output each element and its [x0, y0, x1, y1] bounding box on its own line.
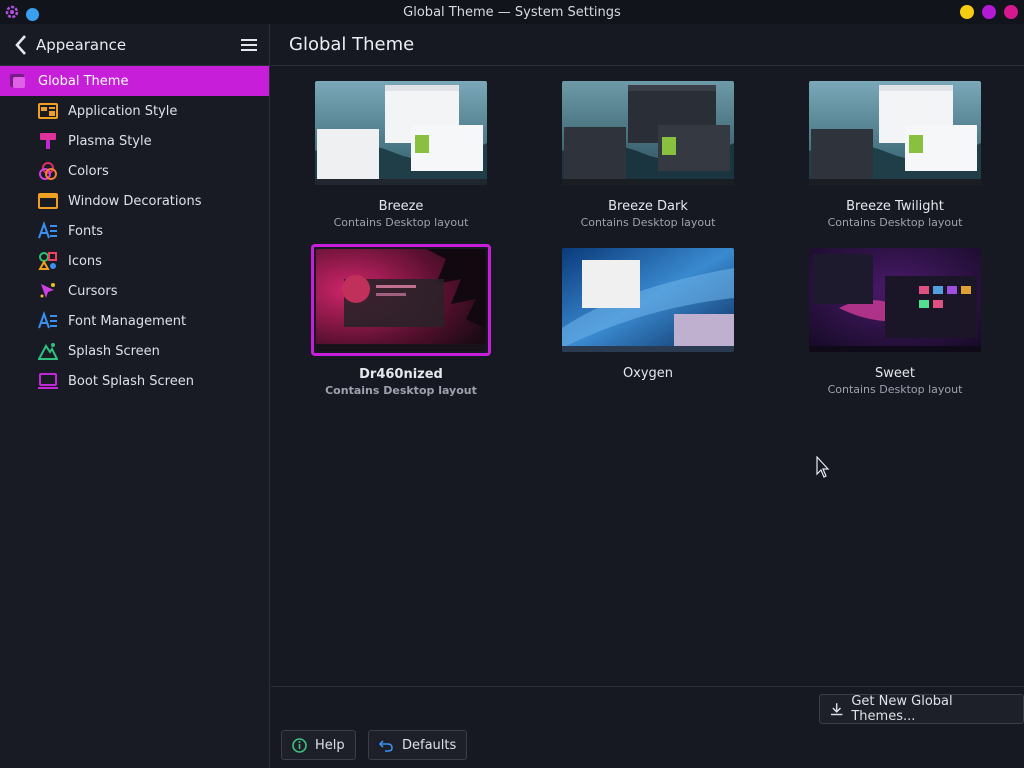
theme-name: Breeze Dark	[608, 199, 688, 214]
get-new-themes-button[interactable]: Get New Global Themes...	[819, 694, 1024, 724]
help-label: Help	[315, 737, 345, 753]
sidebar-item-window-decorations[interactable]: Window Decorations	[0, 186, 269, 216]
page-header: Global Theme	[271, 24, 1024, 66]
defaults-label: Defaults	[402, 737, 457, 753]
help-icon	[292, 737, 307, 753]
get-new-themes-label: Get New Global Themes...	[851, 694, 953, 724]
theme-name: Breeze	[378, 199, 424, 214]
theme-subtitle: Contains Desktop layout	[325, 384, 477, 397]
theme-subtitle: Contains Desktop layout	[827, 383, 963, 396]
selection-frame	[311, 244, 491, 356]
sidebar-header: Appearance	[0, 24, 269, 66]
undo-icon	[379, 739, 393, 752]
sidebar-item-global-theme[interactable]: Global Theme	[0, 66, 269, 96]
boot-splash-icon	[38, 371, 58, 391]
sidebar-item-label: Cursors	[68, 283, 118, 299]
download-icon	[830, 703, 843, 716]
sidebar-item-label: Fonts	[68, 223, 104, 239]
theme-preview-breeze-dark	[562, 81, 734, 185]
sidebar-item-label: Application Style	[68, 103, 178, 119]
sidebar-item-font-management[interactable]: Font Management	[0, 306, 269, 336]
theme-card-oxygen[interactable]: Oxygen	[558, 248, 738, 381]
theme-name: Dr460nized	[359, 367, 443, 382]
theme-preview-breeze	[315, 81, 487, 185]
help-button[interactable]: Help	[281, 730, 356, 760]
theme-name: Oxygen	[622, 366, 674, 381]
theme-name: Sweet	[875, 366, 915, 381]
sidebar-item-label: Font Management	[68, 313, 187, 329]
chevron-left-icon	[15, 34, 26, 55]
fonts-icon	[38, 221, 58, 241]
splash-screen-icon	[37, 341, 59, 361]
sidebar-item-label: Colors	[68, 163, 109, 179]
sidebar-item-label: Plasma Style	[68, 133, 152, 149]
sidebar-item-label: Boot Splash Screen	[68, 373, 194, 389]
sidebar-item-cursors[interactable]: Cursors	[0, 276, 269, 306]
sidebar-item-fonts[interactable]: Fonts	[0, 216, 269, 246]
sidebar-title: Appearance	[36, 35, 127, 54]
mouse-cursor-icon	[816, 455, 830, 482]
window-controls	[960, 5, 1018, 19]
theme-preview-breeze-twilight	[809, 81, 981, 185]
sidebar-item-boot-splash-screen[interactable]: Boot Splash Screen	[0, 366, 269, 396]
sidebar-item-plasma-style[interactable]: Plasma Style	[0, 126, 269, 156]
sidebar-item-label: Window Decorations	[68, 193, 202, 209]
sidebar: Appearance Global Theme Application Styl…	[0, 24, 270, 768]
hamburger-menu-button[interactable]	[240, 38, 258, 56]
theme-grid: Breeze Contains Desktop layout Breeze Da…	[271, 66, 1024, 686]
title-bar: Global Theme — System Settings	[0, 0, 1024, 24]
main-panel: Global Theme Breeze Contains Desktop lay	[271, 24, 1024, 768]
window-title: Global Theme — System Settings	[403, 4, 621, 20]
theme-card-sweet[interactable]: Sweet Contains Desktop layout	[805, 248, 985, 396]
sidebar-item-colors[interactable]: Colors	[0, 156, 269, 186]
icons-icon	[38, 251, 58, 271]
sidebar-item-icons[interactable]: Icons	[0, 246, 269, 276]
theme-card-dr460nized[interactable]: Dr460nized Contains Desktop layout	[311, 244, 491, 397]
theme-preview-sweet	[809, 248, 981, 352]
colors-icon	[38, 161, 58, 181]
sidebar-item-splash-screen[interactable]: Splash Screen	[0, 336, 269, 366]
theme-card-breeze-dark[interactable]: Breeze Dark Contains Desktop layout	[558, 81, 738, 229]
pin-icon[interactable]	[26, 7, 39, 21]
titlebar-left	[4, 4, 39, 24]
window-decorations-icon	[38, 191, 58, 211]
close-button[interactable]	[1004, 5, 1018, 19]
sidebar-item-application-style[interactable]: Application Style	[0, 96, 269, 126]
sidebar-nav: Global Theme Application Style Plasma St…	[0, 66, 269, 396]
sidebar-item-label: Icons	[68, 253, 102, 269]
application-style-icon	[38, 101, 58, 121]
font-management-icon	[38, 311, 58, 331]
menu-icon	[241, 39, 257, 51]
app-icon	[4, 4, 20, 24]
theme-subtitle: Contains Desktop layout	[580, 216, 716, 229]
page-title: Global Theme	[289, 34, 415, 55]
footer-divider	[271, 686, 1024, 687]
theme-card-breeze-twilight[interactable]: Breeze Twilight Contains Desktop layout	[805, 81, 985, 229]
theme-preview-oxygen	[562, 248, 734, 352]
theme-preview-dr460nized	[316, 249, 486, 351]
defaults-button[interactable]: Defaults	[368, 730, 468, 760]
sidebar-item-label: Global Theme	[38, 73, 129, 89]
theme-card-breeze[interactable]: Breeze Contains Desktop layout	[311, 81, 491, 229]
theme-name: Breeze Twilight	[846, 199, 944, 214]
maximize-button[interactable]	[982, 5, 996, 19]
back-button[interactable]	[10, 32, 32, 58]
theme-subtitle: Contains Desktop layout	[827, 216, 963, 229]
global-theme-icon	[8, 71, 28, 91]
plasma-style-icon	[38, 131, 58, 151]
theme-subtitle: Contains Desktop layout	[333, 216, 469, 229]
cursors-icon	[38, 281, 58, 301]
minimize-button[interactable]	[960, 5, 974, 19]
sidebar-item-label: Splash Screen	[68, 343, 160, 359]
